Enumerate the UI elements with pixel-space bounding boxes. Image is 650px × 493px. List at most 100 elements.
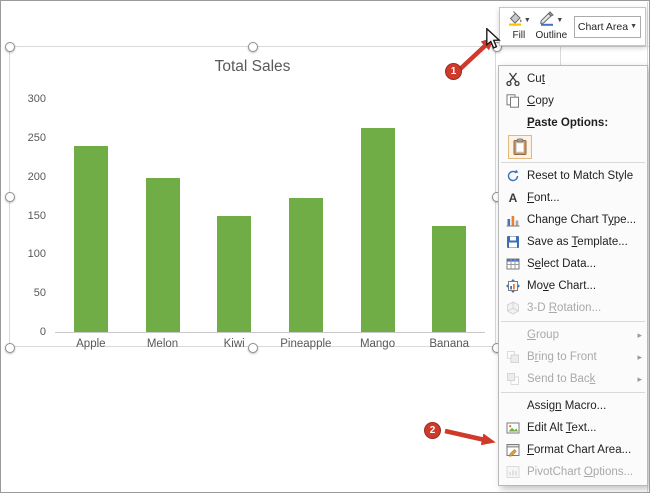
category-label: Melon xyxy=(127,338,199,350)
fill-button-label: Fill xyxy=(512,30,525,41)
menu-item-change-chart-type[interactable]: Change Chart Type... xyxy=(499,209,647,231)
outline-button[interactable]: ▼ Outline xyxy=(534,13,569,41)
bar-kiwi[interactable] xyxy=(217,216,251,333)
menu-item-label: PivotChart Options... xyxy=(527,466,642,478)
alt-text-icon xyxy=(503,420,523,436)
menu-item-label: Assign Macro... xyxy=(527,400,642,412)
menu-item-group: Group▸ xyxy=(499,324,647,346)
select-data-icon xyxy=(503,256,523,272)
worksheet-gridline xyxy=(647,2,648,65)
menu-item-label: Reset to Match Style xyxy=(527,170,642,182)
menu-item-label: Send to Back xyxy=(527,373,637,385)
category-label: Banana xyxy=(413,338,485,350)
no-icon xyxy=(503,398,523,414)
chart-object[interactable]: Total Sales 050100150200250300 AppleMelo… xyxy=(9,46,496,347)
category-label: Pineapple xyxy=(270,338,342,350)
selection-handle[interactable] xyxy=(5,343,15,353)
paste-options-row xyxy=(499,134,647,160)
y-axis: 050100150200250300 xyxy=(12,99,48,332)
copy-icon xyxy=(503,93,523,109)
menu-separator xyxy=(501,321,645,322)
no-icon xyxy=(503,327,523,343)
y-tick-label: 100 xyxy=(28,247,46,261)
no-icon xyxy=(503,115,523,131)
chevron-down-icon[interactable]: ▼ xyxy=(630,23,637,30)
menu-item-format-chart-area[interactable]: Format Chart Area... xyxy=(499,439,647,461)
fill-button[interactable]: ▼ Fill xyxy=(504,13,534,41)
x-axis-labels: AppleMelonKiwiPineappleMangoBanana xyxy=(55,338,485,350)
worksheet-gridline xyxy=(560,46,561,65)
y-tick-label: 300 xyxy=(28,92,46,106)
menu-item-label: Select Data... xyxy=(527,258,642,270)
y-tick-label: 0 xyxy=(40,325,46,339)
plot-area[interactable] xyxy=(55,99,485,333)
bar-pineapple[interactable] xyxy=(289,198,323,332)
menu-item-bring-to-front: Bring to Front▸ xyxy=(499,346,647,368)
chart-element-selector[interactable]: Chart Area ▼ xyxy=(574,16,641,38)
bar-mango[interactable] xyxy=(361,128,395,332)
font-icon: A xyxy=(503,190,523,206)
menu-item-cut[interactable]: Cut xyxy=(499,68,647,90)
selection-handle[interactable] xyxy=(248,42,258,52)
scissors-icon xyxy=(503,71,523,87)
menu-item-assign-macro[interactable]: Assign Macro... xyxy=(499,395,647,417)
menu-item-label: Format Chart Area... xyxy=(527,444,642,456)
menu-item-reset-to-match-style[interactable]: Reset to Match Style xyxy=(499,165,647,187)
rotation-3d-icon xyxy=(503,300,523,316)
selection-handle[interactable] xyxy=(5,42,15,52)
bar-melon[interactable] xyxy=(146,178,180,332)
move-chart-icon xyxy=(503,278,523,294)
fill-bucket-icon xyxy=(507,10,523,31)
step-1-badge: 1 xyxy=(445,63,462,80)
chevron-down-icon[interactable]: ▼ xyxy=(556,17,563,24)
menu-item-label: Edit Alt Text... xyxy=(527,422,642,434)
bar-banana[interactable] xyxy=(432,226,466,332)
menu-item-label: Bring to Front xyxy=(527,351,637,363)
menu-item-label: Font... xyxy=(527,192,642,204)
menu-item-paste-options[interactable]: Paste Options: xyxy=(499,112,647,134)
chart-title[interactable]: Total Sales xyxy=(10,58,495,76)
menu-item-move-chart[interactable]: Move Chart... xyxy=(499,275,647,297)
menu-item-label: Paste Options: xyxy=(527,117,642,129)
menu-item-pivotchart-options: PivotChart Options... xyxy=(499,461,647,483)
menu-item-label: Cut xyxy=(527,73,642,85)
y-tick-label: 50 xyxy=(34,286,46,300)
outline-pen-icon xyxy=(539,10,555,31)
menu-item-send-to-back: Send to Back▸ xyxy=(499,368,647,390)
menu-item-label: Save as Template... xyxy=(527,236,642,248)
menu-item-label: Copy xyxy=(527,95,642,107)
menu-item-copy[interactable]: Copy xyxy=(499,90,647,112)
menu-separator xyxy=(501,162,645,163)
submenu-arrow-icon: ▸ xyxy=(637,352,642,363)
menu-item-label: Group xyxy=(527,329,637,341)
bring-front-icon xyxy=(503,349,523,365)
selection-handle[interactable] xyxy=(5,192,15,202)
reset-style-icon xyxy=(503,168,523,184)
menu-item-3-d-rotation: 3-D Rotation... xyxy=(499,297,647,319)
chart-element-selector-value: Chart Area xyxy=(578,21,628,33)
step-2-badge: 2 xyxy=(424,422,441,439)
menu-item-select-data[interactable]: Select Data... xyxy=(499,253,647,275)
category-label: Mango xyxy=(342,338,414,350)
pivotchart-icon xyxy=(503,464,523,480)
submenu-arrow-icon: ▸ xyxy=(637,330,642,341)
menu-item-save-as-template[interactable]: Save as Template... xyxy=(499,231,647,253)
clipboard-icon[interactable] xyxy=(508,135,532,159)
menu-item-label: 3-D Rotation... xyxy=(527,302,642,314)
format-chart-area-icon xyxy=(503,442,523,458)
annotation-arrow-2 xyxy=(441,425,501,451)
chart-type-icon xyxy=(503,212,523,228)
submenu-arrow-icon: ▸ xyxy=(637,374,642,385)
y-tick-label: 200 xyxy=(28,170,46,184)
bar-apple[interactable] xyxy=(74,146,108,332)
selection-handle[interactable] xyxy=(248,343,258,353)
menu-item-font[interactable]: A Font... xyxy=(499,187,647,209)
menu-item-label: Move Chart... xyxy=(527,280,642,292)
chevron-down-icon[interactable]: ▼ xyxy=(524,17,531,24)
y-tick-label: 150 xyxy=(28,209,46,223)
category-label: Kiwi xyxy=(198,338,270,350)
menu-item-label: Change Chart Type... xyxy=(527,214,642,226)
menu-item-edit-alt-text[interactable]: Edit Alt Text... xyxy=(499,417,647,439)
category-label: Apple xyxy=(55,338,127,350)
save-template-icon xyxy=(503,234,523,250)
